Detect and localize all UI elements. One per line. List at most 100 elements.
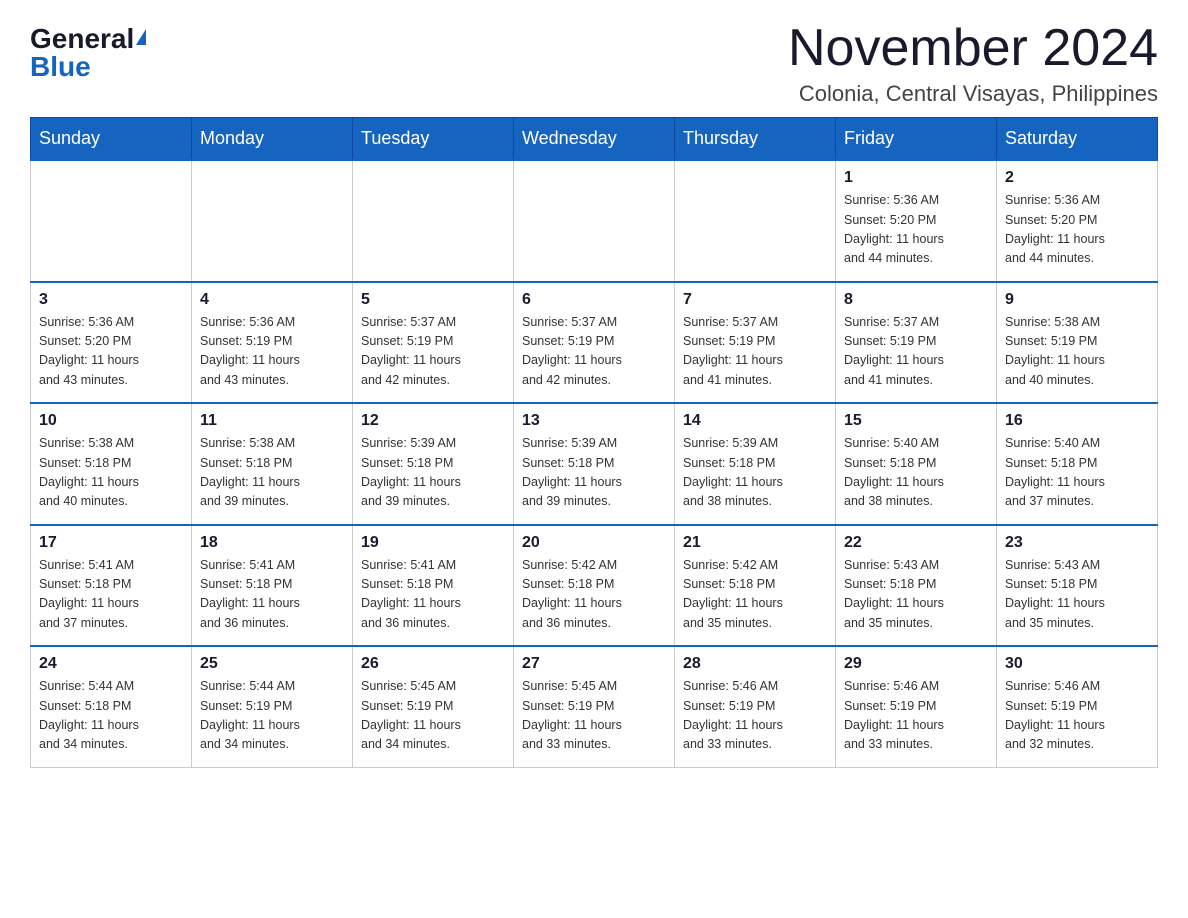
calendar-cell: 29 Sunrise: 5:46 AMSunset: 5:19 PMDayligh… bbox=[836, 646, 997, 767]
calendar-cell: 25 Sunrise: 5:44 AMSunset: 5:19 PMDayligh… bbox=[192, 646, 353, 767]
calendar-cell: 3 Sunrise: 5:36 AMSunset: 5:20 PMDaylight… bbox=[31, 282, 192, 404]
logo-general: General bbox=[30, 25, 134, 53]
day-info: Sunrise: 5:41 AMSunset: 5:18 PMDaylight:… bbox=[39, 556, 183, 634]
day-number: 22 bbox=[844, 534, 988, 552]
calendar-cell: 18Sunrise: 5:41 AMSunset: 5:18 PMDayligh… bbox=[192, 525, 353, 647]
title-area: November 2024 Colonia, Central Visayas, … bbox=[788, 20, 1158, 107]
day-number: 1 bbox=[844, 169, 988, 187]
day-info: Sunrise: 5:42 AMSunset: 5:18 PMDaylight:… bbox=[683, 556, 827, 634]
day-number: 7 bbox=[683, 291, 827, 309]
calendar-week-5: 24 Sunrise: 5:44 AMSunset: 5:18 PMDayligh… bbox=[31, 646, 1158, 767]
day-info: Sunrise: 5:36 AMSunset: 5:19 PMDaylight:… bbox=[200, 313, 344, 391]
day-number: 25 bbox=[200, 655, 344, 673]
page-header: General Blue November 2024 Colonia, Cent… bbox=[30, 20, 1158, 107]
calendar-cell: 22 Sunrise: 5:43 AMSunset: 5:18 PMDayligh… bbox=[836, 525, 997, 647]
day-number: 21 bbox=[683, 534, 827, 552]
calendar-cell: 1 Sunrise: 5:36 AMSunset: 5:20 PMDaylight… bbox=[836, 160, 997, 282]
calendar-cell bbox=[514, 160, 675, 282]
calendar-cell: 15Sunrise: 5:40 AMSunset: 5:18 PMDayligh… bbox=[836, 403, 997, 525]
day-number: 2 bbox=[1005, 169, 1149, 187]
day-number: 5 bbox=[361, 291, 505, 309]
calendar-cell: 7 Sunrise: 5:37 AMSunset: 5:19 PMDaylight… bbox=[675, 282, 836, 404]
logo-triangle-icon bbox=[136, 29, 146, 45]
day-number: 6 bbox=[522, 291, 666, 309]
day-info: Sunrise: 5:39 AMSunset: 5:18 PMDaylight:… bbox=[683, 434, 827, 512]
calendar-week-2: 3 Sunrise: 5:36 AMSunset: 5:20 PMDaylight… bbox=[31, 282, 1158, 404]
logo: General Blue bbox=[30, 20, 146, 81]
calendar-header-friday: Friday bbox=[836, 118, 997, 161]
day-number: 30 bbox=[1005, 655, 1149, 673]
calendar-cell: 9Sunrise: 5:38 AMSunset: 5:19 PMDaylight… bbox=[997, 282, 1158, 404]
day-info: Sunrise: 5:37 AMSunset: 5:19 PMDaylight:… bbox=[522, 313, 666, 391]
day-info: Sunrise: 5:37 AMSunset: 5:19 PMDaylight:… bbox=[361, 313, 505, 391]
day-info: Sunrise: 5:46 AMSunset: 5:19 PMDaylight:… bbox=[683, 677, 827, 755]
calendar-cell: 17 Sunrise: 5:41 AMSunset: 5:18 PMDayligh… bbox=[31, 525, 192, 647]
calendar-header-row: SundayMondayTuesdayWednesdayThursdayFrid… bbox=[31, 118, 1158, 161]
day-number: 14 bbox=[683, 412, 827, 430]
calendar-cell: 13 Sunrise: 5:39 AMSunset: 5:18 PMDayligh… bbox=[514, 403, 675, 525]
calendar-subtitle: Colonia, Central Visayas, Philippines bbox=[788, 81, 1158, 107]
calendar-cell: 23Sunrise: 5:43 AMSunset: 5:18 PMDayligh… bbox=[997, 525, 1158, 647]
day-number: 29 bbox=[844, 655, 988, 673]
calendar-week-4: 17 Sunrise: 5:41 AMSunset: 5:18 PMDayligh… bbox=[31, 525, 1158, 647]
calendar-cell: 14 Sunrise: 5:39 AMSunset: 5:18 PMDayligh… bbox=[675, 403, 836, 525]
day-info: Sunrise: 5:36 AMSunset: 5:20 PMDaylight:… bbox=[844, 191, 988, 269]
calendar-cell: 21 Sunrise: 5:42 AMSunset: 5:18 PMDayligh… bbox=[675, 525, 836, 647]
day-number: 24 bbox=[39, 655, 183, 673]
calendar-cell: 6 Sunrise: 5:37 AMSunset: 5:19 PMDaylight… bbox=[514, 282, 675, 404]
calendar-cell: 11 Sunrise: 5:38 AMSunset: 5:18 PMDayligh… bbox=[192, 403, 353, 525]
day-number: 10 bbox=[39, 412, 183, 430]
day-number: 3 bbox=[39, 291, 183, 309]
calendar-cell bbox=[31, 160, 192, 282]
day-number: 23 bbox=[1005, 534, 1149, 552]
calendar-cell: 26Sunrise: 5:45 AMSunset: 5:19 PMDayligh… bbox=[353, 646, 514, 767]
day-number: 17 bbox=[39, 534, 183, 552]
calendar-cell: 20 Sunrise: 5:42 AMSunset: 5:18 PMDayligh… bbox=[514, 525, 675, 647]
day-number: 12 bbox=[361, 412, 505, 430]
calendar-header-thursday: Thursday bbox=[675, 118, 836, 161]
day-number: 13 bbox=[522, 412, 666, 430]
logo-blue: Blue bbox=[30, 53, 91, 81]
day-info: Sunrise: 5:38 AMSunset: 5:18 PMDaylight:… bbox=[39, 434, 183, 512]
calendar-table: SundayMondayTuesdayWednesdayThursdayFrid… bbox=[30, 117, 1158, 768]
calendar-cell bbox=[353, 160, 514, 282]
day-info: Sunrise: 5:44 AMSunset: 5:18 PMDaylight:… bbox=[39, 677, 183, 755]
calendar-week-3: 10 Sunrise: 5:38 AMSunset: 5:18 PMDayligh… bbox=[31, 403, 1158, 525]
day-info: Sunrise: 5:38 AMSunset: 5:18 PMDaylight:… bbox=[200, 434, 344, 512]
calendar-header-sunday: Sunday bbox=[31, 118, 192, 161]
calendar-cell: 8 Sunrise: 5:37 AMSunset: 5:19 PMDaylight… bbox=[836, 282, 997, 404]
calendar-header-monday: Monday bbox=[192, 118, 353, 161]
day-info: Sunrise: 5:36 AMSunset: 5:20 PMDaylight:… bbox=[39, 313, 183, 391]
calendar-cell bbox=[192, 160, 353, 282]
calendar-cell bbox=[675, 160, 836, 282]
calendar-title: November 2024 bbox=[788, 20, 1158, 77]
day-info: Sunrise: 5:37 AMSunset: 5:19 PMDaylight:… bbox=[844, 313, 988, 391]
calendar-header-saturday: Saturday bbox=[997, 118, 1158, 161]
day-number: 11 bbox=[200, 412, 344, 430]
day-number: 16 bbox=[1005, 412, 1149, 430]
day-info: Sunrise: 5:41 AMSunset: 5:18 PMDaylight:… bbox=[200, 556, 344, 634]
day-info: Sunrise: 5:43 AMSunset: 5:18 PMDaylight:… bbox=[844, 556, 988, 634]
calendar-header-tuesday: Tuesday bbox=[353, 118, 514, 161]
day-info: Sunrise: 5:36 AMSunset: 5:20 PMDaylight:… bbox=[1005, 191, 1149, 269]
calendar-cell: 28 Sunrise: 5:46 AMSunset: 5:19 PMDayligh… bbox=[675, 646, 836, 767]
calendar-cell: 12 Sunrise: 5:39 AMSunset: 5:18 PMDayligh… bbox=[353, 403, 514, 525]
day-number: 8 bbox=[844, 291, 988, 309]
day-info: Sunrise: 5:46 AMSunset: 5:19 PMDaylight:… bbox=[844, 677, 988, 755]
day-number: 20 bbox=[522, 534, 666, 552]
day-info: Sunrise: 5:37 AMSunset: 5:19 PMDaylight:… bbox=[683, 313, 827, 391]
day-info: Sunrise: 5:38 AMSunset: 5:19 PMDaylight:… bbox=[1005, 313, 1149, 391]
day-info: Sunrise: 5:39 AMSunset: 5:18 PMDaylight:… bbox=[522, 434, 666, 512]
calendar-cell: 2 Sunrise: 5:36 AMSunset: 5:20 PMDaylight… bbox=[997, 160, 1158, 282]
calendar-cell: 30Sunrise: 5:46 AMSunset: 5:19 PMDayligh… bbox=[997, 646, 1158, 767]
day-info: Sunrise: 5:42 AMSunset: 5:18 PMDaylight:… bbox=[522, 556, 666, 634]
day-info: Sunrise: 5:39 AMSunset: 5:18 PMDaylight:… bbox=[361, 434, 505, 512]
calendar-cell: 24 Sunrise: 5:44 AMSunset: 5:18 PMDayligh… bbox=[31, 646, 192, 767]
calendar-header-wednesday: Wednesday bbox=[514, 118, 675, 161]
calendar-cell: 4 Sunrise: 5:36 AMSunset: 5:19 PMDaylight… bbox=[192, 282, 353, 404]
day-info: Sunrise: 5:44 AMSunset: 5:19 PMDaylight:… bbox=[200, 677, 344, 755]
day-info: Sunrise: 5:41 AMSunset: 5:18 PMDaylight:… bbox=[361, 556, 505, 634]
day-number: 4 bbox=[200, 291, 344, 309]
day-number: 28 bbox=[683, 655, 827, 673]
calendar-cell: 5 Sunrise: 5:37 AMSunset: 5:19 PMDaylight… bbox=[353, 282, 514, 404]
